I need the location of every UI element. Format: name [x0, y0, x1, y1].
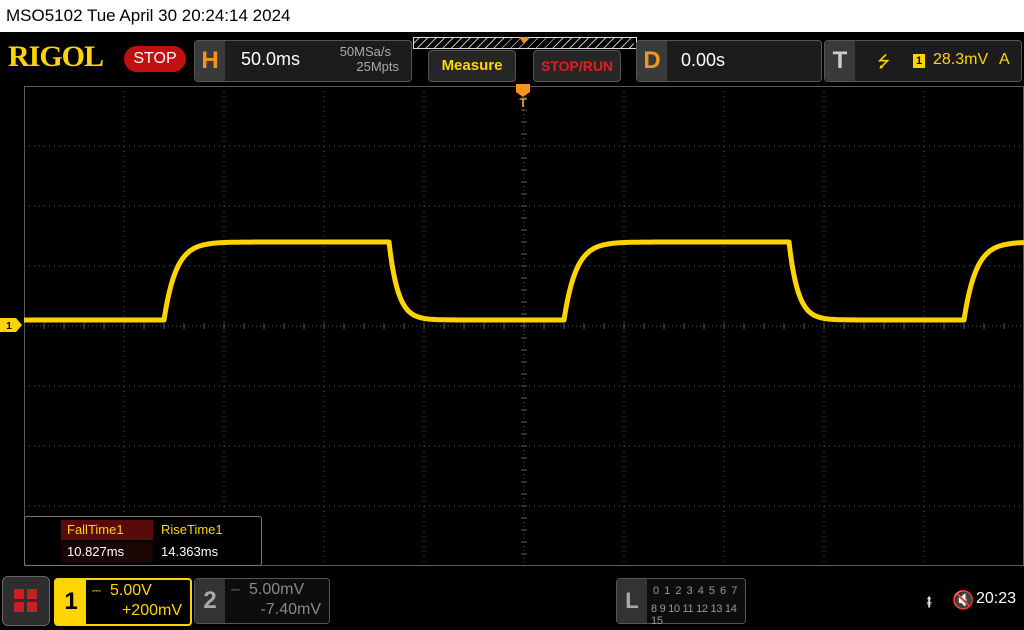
channel-2-scale: 5.00mV [249, 581, 305, 598]
measure-button[interactable]: Measure [428, 50, 516, 82]
horizontal-letter: H [195, 41, 225, 81]
channel-2-panel[interactable]: 2 ⎓ 5.00mV -7.40mV [194, 578, 330, 624]
main-menu-button[interactable] [2, 576, 50, 626]
trigger-level: 28.3mV [933, 51, 989, 68]
system-clock: 20:23 [976, 590, 1017, 607]
rising-edge-icon: ⭍ [877, 54, 891, 71]
trigger-position-icon[interactable]: T [516, 84, 530, 110]
logic-analyzer-panel[interactable]: L 0 1 2 3 4 5 6 7 8 9 10 11 12 13 14 15 [616, 578, 746, 627]
trigger-position-label: T [519, 96, 527, 110]
channel-2-offset: -7.40mV [260, 601, 321, 618]
dc-coupling-icon: ⎓ [231, 584, 240, 596]
trigger-source-channel: 1 [913, 54, 925, 68]
memory-depth: 25Mpts [356, 59, 399, 74]
trigger-panel[interactable]: T ⭍ 1 28.3mV A [824, 40, 1022, 82]
title-bar: MSO5102 Tue April 30 20:24:14 2024 [0, 0, 1024, 32]
run-state-badge[interactable]: STOP [124, 46, 186, 72]
measurement-table[interactable]: FallTime1 RiseTime1 10.827ms 14.363ms [24, 516, 262, 566]
digital-channels-row-1: 0 1 2 3 4 5 6 7 [653, 585, 739, 597]
delay-letter: D [637, 41, 667, 81]
memory-position-marker-icon [519, 37, 529, 44]
rigol-logo: RIGOL [8, 40, 104, 73]
stop-run-button[interactable]: STOP/RUN [533, 50, 621, 82]
delay-panel[interactable]: D 0.00s [636, 40, 822, 82]
channel-1-number: 1 [56, 580, 86, 624]
delay-value: 0.00s [681, 50, 726, 70]
ch1-level-marker-icon[interactable]: 1 [0, 318, 22, 332]
title-text: MSO5102 Tue April 30 20:24:14 2024 [6, 6, 291, 25]
channel-1-scale: 5.00V [110, 582, 152, 599]
rise-time-label: RiseTime1 [155, 520, 255, 540]
dc-coupling-icon: ⎓ [92, 585, 101, 597]
mute-icon[interactable]: 🔇 [952, 590, 974, 611]
digital-channels-row-2: 8 9 10 11 12 13 14 15 [651, 603, 737, 627]
channel-2-number: 2 [195, 579, 225, 623]
menu-grid-icon [14, 589, 24, 599]
trigger-mode: A [999, 51, 1010, 68]
trigger-letter: T [825, 41, 855, 81]
sample-rate: 50MSa/s [339, 44, 391, 59]
waveform-display[interactable] [24, 86, 1024, 566]
fall-time-value: 10.827ms [61, 542, 153, 562]
ch1-marker-label: 1 [6, 321, 12, 332]
fall-time-label: FallTime1 [61, 520, 153, 540]
channel-1-panel[interactable]: 1 ⎓ 5.00V +200mV [54, 578, 192, 626]
horizontal-panel[interactable]: H 50.0ms 50MSa/s 25Mpts [194, 40, 412, 82]
logic-analyzer-letter: L [617, 579, 647, 623]
rise-time-value: 14.363ms [161, 544, 219, 559]
usb-icon: ⭻ [926, 592, 933, 612]
horizontal-scale: 50.0ms [241, 49, 301, 69]
channel-1-offset: +200mV [121, 602, 182, 619]
graticule [24, 86, 1024, 566]
